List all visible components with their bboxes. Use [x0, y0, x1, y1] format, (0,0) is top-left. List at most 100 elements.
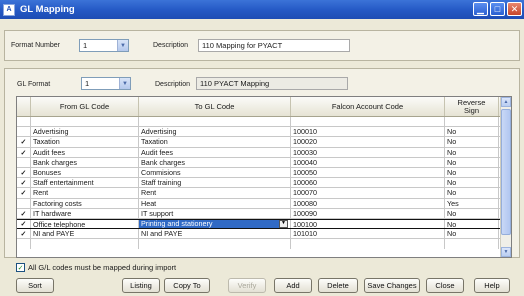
from-gl-cell[interactable]: Advertising [31, 127, 139, 137]
from-gl-cell[interactable]: Office telephone [31, 219, 139, 229]
falcon-code-cell[interactable]: 100080 [291, 198, 445, 208]
grid-scrollbar[interactable]: ▲ ▼ [500, 97, 511, 257]
table-row-partial[interactable] [17, 239, 511, 250]
help-button[interactable]: Help [474, 278, 510, 293]
header-reverse-sign[interactable]: Reverse Sign [445, 97, 499, 116]
row-check[interactable]: ✓ [17, 219, 31, 229]
reverse-sign-cell[interactable]: No [445, 208, 499, 218]
reverse-sign-cell[interactable] [445, 239, 499, 250]
table-row[interactable]: ✓ IT hardware IT support 100090 No [17, 208, 511, 219]
from-gl-cell[interactable]: Factoring costs [31, 198, 139, 208]
scroll-down-icon[interactable]: ▼ [501, 247, 511, 257]
minimize-button[interactable]: ▁ [473, 2, 488, 16]
from-gl-cell[interactable]: Rent [31, 188, 139, 198]
reverse-sign-cell[interactable]: No [445, 229, 499, 239]
reverse-sign-cell[interactable]: No [445, 188, 499, 198]
row-check[interactable] [17, 239, 31, 250]
header-to-gl-code[interactable]: To GL Code [139, 97, 291, 116]
row-check[interactable] [17, 157, 31, 167]
to-gl-cell[interactable]: Heat [139, 198, 291, 208]
from-gl-cell[interactable]: Taxation [31, 137, 139, 147]
falcon-code-cell[interactable]: 100020 [291, 137, 445, 147]
sort-button[interactable]: Sort [16, 278, 54, 293]
table-row[interactable]: ✓ NI and PAYE NI and PAYE 101010 No [17, 229, 511, 240]
to-gl-cell[interactable] [139, 117, 291, 127]
add-button[interactable]: Add [274, 278, 312, 293]
falcon-code-cell[interactable]: 100010 [291, 127, 445, 137]
row-check[interactable] [17, 198, 31, 208]
row-check[interactable]: ✓ [17, 208, 31, 218]
reverse-sign-cell[interactable]: No [445, 178, 499, 188]
scroll-up-icon[interactable]: ▲ [501, 97, 511, 107]
to-gl-cell[interactable]: NI and PAYE [139, 229, 291, 239]
close-button[interactable]: Close [426, 278, 464, 293]
to-gl-cell[interactable]: Advertising [139, 127, 291, 137]
row-check[interactable]: ✓ [17, 147, 31, 157]
to-gl-cell[interactable]: Taxation [139, 137, 291, 147]
row-check[interactable] [17, 127, 31, 137]
verify-button[interactable]: Verify [228, 278, 266, 293]
from-gl-cell[interactable] [31, 117, 139, 127]
chevron-down-icon[interactable]: ▼ [119, 78, 130, 89]
falcon-code-cell[interactable]: 100050 [291, 167, 445, 178]
row-check[interactable]: ✓ [17, 137, 31, 147]
falcon-code-cell[interactable]: 100030 [291, 147, 445, 157]
table-row[interactable]: ✓ Bonuses Commisions 100050 No [17, 167, 511, 179]
table-row[interactable]: Factoring costs Heat 100080 Yes [17, 198, 511, 209]
header-falcon-account-code[interactable]: Falcon Account Code [291, 97, 445, 116]
from-gl-cell[interactable]: Audit fees [31, 147, 139, 157]
falcon-code-cell[interactable]: 100100 [291, 219, 445, 229]
to-gl-cell[interactable]: IT support [139, 208, 291, 218]
to-gl-edit-cell[interactable]: Printing and stationery ▼ [139, 219, 291, 229]
reverse-sign-cell[interactable]: Yes [445, 198, 499, 208]
falcon-code-cell[interactable]: 100070 [291, 188, 445, 198]
scroll-thumb[interactable] [501, 109, 511, 235]
reverse-sign-cell[interactable]: No [445, 127, 499, 137]
to-gl-cell[interactable] [139, 239, 291, 250]
save-changes-button[interactable]: Save Changes [364, 278, 420, 293]
falcon-code-cell[interactable]: 100090 [291, 208, 445, 218]
reverse-sign-cell[interactable] [445, 117, 499, 127]
table-row[interactable]: ✓ Audit fees Audit fees 100030 No [17, 147, 511, 158]
from-gl-cell[interactable]: IT hardware [31, 208, 139, 218]
falcon-code-cell[interactable]: 101010 [291, 229, 445, 239]
reverse-sign-cell[interactable]: No [445, 167, 499, 178]
table-row[interactable]: Bank charges Bank charges 100040 No [17, 157, 511, 168]
maximize-button[interactable]: □ [490, 2, 505, 16]
mapping-required-option[interactable]: ✓ All G/L codes must be mapped during im… [16, 263, 176, 272]
falcon-code-cell[interactable]: 100060 [291, 178, 445, 188]
falcon-code-cell[interactable]: 100040 [291, 157, 445, 167]
row-check[interactable]: ✓ [17, 167, 31, 178]
to-gl-cell[interactable]: Staff training [139, 178, 291, 188]
copy-to-button[interactable]: Copy To [164, 278, 210, 293]
from-gl-cell[interactable]: Bonuses [31, 167, 139, 178]
to-gl-selected-value[interactable]: Printing and stationery [139, 219, 279, 229]
table-row[interactable]: Advertising Advertising 100010 No [17, 127, 511, 138]
listing-button[interactable]: Listing [122, 278, 160, 293]
table-row-selected[interactable]: ✓ Office telephone Printing and statione… [17, 218, 511, 230]
falcon-code-cell[interactable] [291, 117, 445, 127]
from-gl-cell[interactable]: Bank charges [31, 157, 139, 167]
delete-button[interactable]: Delete [318, 278, 358, 293]
format-number-select[interactable]: 1 ▼ [79, 39, 129, 52]
mapping-required-checkbox[interactable]: ✓ [16, 263, 25, 272]
table-row[interactable]: ✓ Taxation Taxation 100020 No [17, 137, 511, 148]
format-description-input[interactable]: 110 Mapping for PYACT [198, 39, 350, 52]
from-gl-cell[interactable] [31, 239, 139, 250]
chevron-down-icon[interactable]: ▼ [117, 40, 128, 51]
row-check[interactable]: ✓ [17, 178, 31, 188]
reverse-sign-cell[interactable]: No [445, 219, 499, 229]
to-gl-cell[interactable]: Audit fees [139, 147, 291, 157]
table-row[interactable] [17, 117, 511, 128]
chevron-down-icon[interactable]: ▼ [279, 219, 288, 228]
row-check[interactable] [17, 117, 31, 127]
reverse-sign-cell[interactable]: No [445, 157, 499, 167]
row-check[interactable]: ✓ [17, 188, 31, 198]
from-gl-cell[interactable]: NI and PAYE [31, 229, 139, 239]
table-row[interactable]: ✓ Staff entertainment Staff training 100… [17, 178, 511, 189]
gl-format-select[interactable]: 1 ▼ [81, 77, 131, 90]
to-gl-cell[interactable]: Commisions [139, 167, 291, 178]
reverse-sign-cell[interactable]: No [445, 137, 499, 147]
falcon-code-cell[interactable] [291, 239, 445, 250]
close-window-button[interactable]: ✕ [507, 2, 522, 16]
